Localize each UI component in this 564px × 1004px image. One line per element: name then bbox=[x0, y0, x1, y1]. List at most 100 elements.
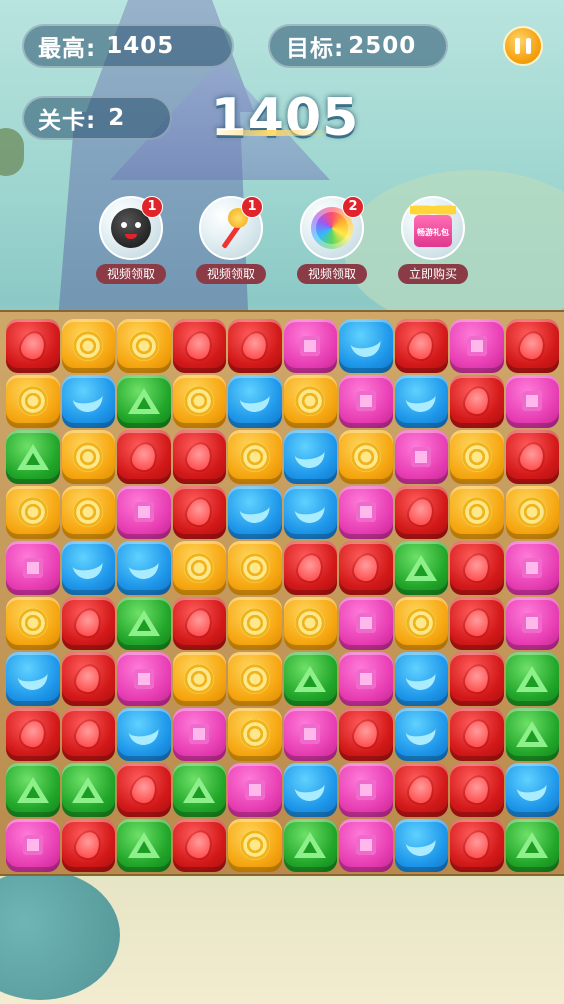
board-cell[interactable] bbox=[172, 318, 228, 374]
board-cell[interactable] bbox=[227, 540, 283, 596]
board-cell[interactable] bbox=[116, 762, 172, 818]
red-candy-tile[interactable] bbox=[172, 596, 226, 650]
board-cell[interactable] bbox=[61, 818, 117, 874]
orange-candy-tile[interactable] bbox=[228, 430, 282, 484]
blue-candy-tile[interactable] bbox=[394, 818, 448, 872]
blue-candy-tile[interactable] bbox=[394, 374, 448, 428]
board-cell[interactable] bbox=[5, 429, 61, 485]
green-candy-tile[interactable] bbox=[6, 763, 60, 817]
board-cell[interactable] bbox=[227, 429, 283, 485]
board-cell[interactable] bbox=[172, 540, 228, 596]
board-cell[interactable] bbox=[172, 707, 228, 763]
board-cell[interactable] bbox=[227, 374, 283, 430]
board-cell[interactable] bbox=[61, 762, 117, 818]
orange-candy-tile[interactable] bbox=[61, 485, 115, 539]
board-cell[interactable] bbox=[116, 707, 172, 763]
pink-candy-tile[interactable] bbox=[505, 374, 559, 428]
board-cell[interactable] bbox=[505, 374, 561, 430]
orange-candy-tile[interactable] bbox=[6, 374, 60, 428]
board-cell[interactable] bbox=[449, 540, 505, 596]
red-candy-tile[interactable] bbox=[505, 319, 559, 373]
red-candy-tile[interactable] bbox=[172, 430, 226, 484]
board-cell[interactable] bbox=[449, 596, 505, 652]
booster-bomb-bubble[interactable]: 1 bbox=[99, 196, 163, 260]
orange-candy-tile[interactable] bbox=[61, 319, 115, 373]
board-cell[interactable] bbox=[283, 818, 339, 874]
booster-gift[interactable]: 畅游礼包 立即购买 bbox=[398, 196, 468, 284]
red-candy-tile[interactable] bbox=[394, 485, 448, 539]
board-cell[interactable] bbox=[116, 818, 172, 874]
booster-bomb[interactable]: 1 视频领取 bbox=[96, 196, 166, 284]
board-cell[interactable] bbox=[172, 596, 228, 652]
pink-candy-tile[interactable] bbox=[339, 485, 393, 539]
board-cell[interactable] bbox=[449, 485, 505, 541]
board-cell[interactable] bbox=[505, 707, 561, 763]
board-cell[interactable] bbox=[505, 540, 561, 596]
red-candy-tile[interactable] bbox=[228, 319, 282, 373]
board-cell[interactable] bbox=[338, 762, 394, 818]
orange-candy-tile[interactable] bbox=[61, 430, 115, 484]
red-candy-tile[interactable] bbox=[6, 707, 60, 761]
board-cell[interactable] bbox=[449, 707, 505, 763]
board-cell[interactable] bbox=[505, 318, 561, 374]
green-candy-tile[interactable] bbox=[6, 430, 60, 484]
board-cell[interactable] bbox=[116, 651, 172, 707]
board-cell[interactable] bbox=[61, 374, 117, 430]
pink-candy-tile[interactable] bbox=[339, 374, 393, 428]
red-candy-tile[interactable] bbox=[61, 652, 115, 706]
board-cell[interactable] bbox=[338, 429, 394, 485]
blue-candy-tile[interactable] bbox=[283, 430, 337, 484]
board-cell[interactable] bbox=[394, 651, 450, 707]
board-cell[interactable] bbox=[116, 485, 172, 541]
board-cell[interactable] bbox=[283, 540, 339, 596]
green-candy-tile[interactable] bbox=[394, 541, 448, 595]
green-candy-tile[interactable] bbox=[61, 763, 115, 817]
green-candy-tile[interactable] bbox=[505, 818, 559, 872]
red-candy-tile[interactable] bbox=[117, 763, 171, 817]
red-candy-tile[interactable] bbox=[172, 818, 226, 872]
pink-candy-tile[interactable] bbox=[6, 818, 60, 872]
orange-candy-tile[interactable] bbox=[228, 596, 282, 650]
board-cell[interactable] bbox=[449, 762, 505, 818]
red-candy-tile[interactable] bbox=[61, 707, 115, 761]
orange-candy-tile[interactable] bbox=[228, 707, 282, 761]
board-cell[interactable] bbox=[449, 651, 505, 707]
board-cell[interactable] bbox=[5, 318, 61, 374]
orange-candy-tile[interactable] bbox=[172, 652, 226, 706]
orange-candy-tile[interactable] bbox=[6, 485, 60, 539]
pink-candy-tile[interactable] bbox=[228, 763, 282, 817]
board-cell[interactable] bbox=[394, 485, 450, 541]
board-cell[interactable] bbox=[338, 485, 394, 541]
blue-candy-tile[interactable] bbox=[61, 374, 115, 428]
board-cell[interactable] bbox=[505, 762, 561, 818]
board-cell[interactable] bbox=[5, 707, 61, 763]
green-candy-tile[interactable] bbox=[117, 374, 171, 428]
blue-candy-tile[interactable] bbox=[117, 707, 171, 761]
board-cell[interactable] bbox=[505, 485, 561, 541]
board-cell[interactable] bbox=[61, 318, 117, 374]
green-candy-tile[interactable] bbox=[117, 818, 171, 872]
red-candy-tile[interactable] bbox=[450, 818, 504, 872]
board-cell[interactable] bbox=[61, 596, 117, 652]
board-cell[interactable] bbox=[338, 651, 394, 707]
board-cell[interactable] bbox=[227, 651, 283, 707]
board-cell[interactable] bbox=[116, 540, 172, 596]
booster-hammer-bubble[interactable]: 1 bbox=[199, 196, 263, 260]
board-cell[interactable] bbox=[283, 429, 339, 485]
pink-candy-tile[interactable] bbox=[450, 319, 504, 373]
red-candy-tile[interactable] bbox=[61, 596, 115, 650]
booster-lollipop-label[interactable]: 视频领取 bbox=[297, 264, 367, 284]
board-cell[interactable] bbox=[449, 318, 505, 374]
board-cell[interactable] bbox=[338, 707, 394, 763]
pink-candy-tile[interactable] bbox=[117, 485, 171, 539]
blue-candy-tile[interactable] bbox=[505, 763, 559, 817]
orange-candy-tile[interactable] bbox=[283, 374, 337, 428]
board-cell[interactable] bbox=[61, 707, 117, 763]
booster-lollipop-bubble[interactable]: 2 bbox=[300, 196, 364, 260]
board-cell[interactable] bbox=[283, 707, 339, 763]
orange-candy-tile[interactable] bbox=[505, 485, 559, 539]
blue-candy-tile[interactable] bbox=[61, 541, 115, 595]
booster-lollipop[interactable]: 2 视频领取 bbox=[297, 196, 367, 284]
orange-candy-tile[interactable] bbox=[6, 596, 60, 650]
board-cell[interactable] bbox=[283, 485, 339, 541]
